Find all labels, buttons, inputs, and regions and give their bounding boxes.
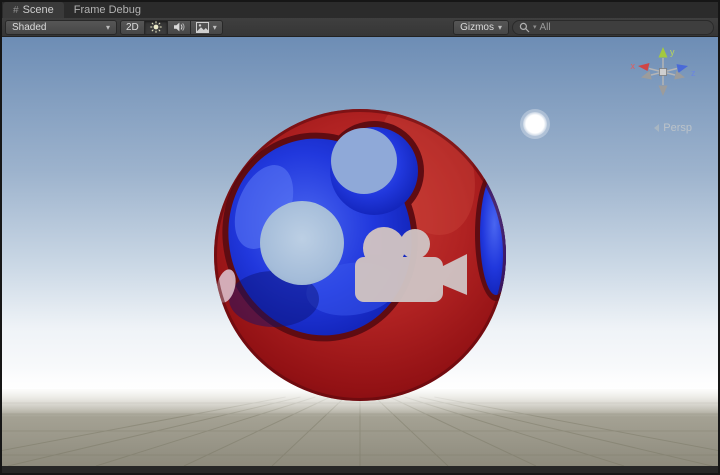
tab-scene[interactable]: # Scene [3,2,64,18]
search-icon [519,22,530,32]
light-gizmo[interactable] [523,112,547,136]
projection-indicator[interactable]: Persp [654,122,692,134]
draw-mode-label: Shaded [12,21,47,33]
tab-scene-label: Scene [22,4,54,16]
search-filter-dropdown-icon[interactable]: ▾ [533,23,537,31]
chevron-down-icon: ▾ [212,22,217,32]
draw-mode-dropdown[interactable]: Shaded ▾ [5,19,117,35]
tab-frame-debug-label: Frame Debug [73,4,142,16]
chevron-down-icon: ▾ [497,22,502,32]
window-bottom-edge [2,466,718,473]
axis-x-label: x [631,61,636,71]
sun-icon [150,21,162,33]
gizmos-dropdown[interactable]: Gizmos ▾ [453,19,509,35]
chevron-down-icon: ▾ [105,22,110,32]
unity-scene-window: # Scene Frame Debug Shaded ▾ 2D ▾ Gizmos… [0,0,720,475]
speaker-icon [173,22,185,32]
projection-label: Persp [663,122,692,134]
search-value: All [539,21,551,33]
scene-toolbar: Shaded ▾ 2D ▾ Gizmos ▾ ▾ All [2,18,718,37]
toggle-2d-label: 2D [126,21,139,33]
tab-frame-debug[interactable]: Frame Debug [64,2,151,18]
scene-audio-button[interactable] [166,19,191,35]
image-effects-icon [195,21,209,33]
toggle-2d-button[interactable]: 2D [120,19,145,35]
persp-toggle-icon [654,124,660,132]
scene-viewport[interactable]: x y z Persp [2,37,718,466]
gizmo-center-cube[interactable] [659,68,667,76]
scene-effects-dropdown[interactable]: ▾ [189,19,223,35]
gizmo-search-field[interactable]: ▾ All [512,19,714,35]
tab-bar: # Scene Frame Debug [2,2,718,18]
axis-y-label: y [670,47,675,57]
scene-lighting-button[interactable] [143,19,168,35]
scene-tab-icon: # [13,4,19,16]
gizmos-label: Gizmos [460,21,494,33]
scene-3d-view[interactable]: x y z [2,37,718,466]
axis-z-label: z [691,68,696,78]
view-toggle-group: 2D ▾ [120,19,223,35]
